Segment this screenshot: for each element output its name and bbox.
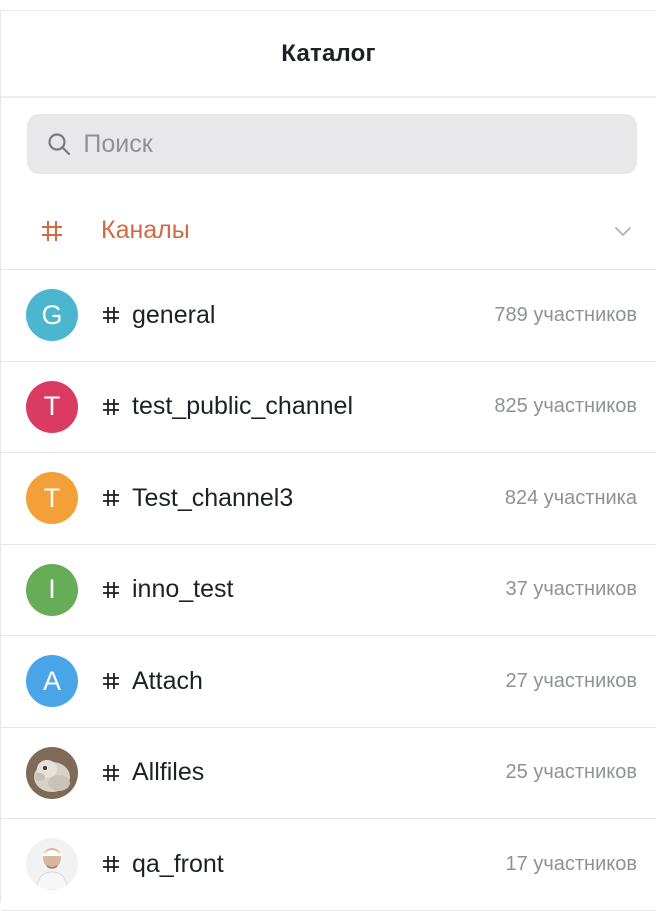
search-icon [47,131,71,157]
channel-name: Attach [132,666,203,695]
search-wrap [1,98,656,174]
channel-name: test_public_channel [132,392,353,421]
avatar: T [26,472,78,525]
channel-row-general[interactable]: G general 789 участников [1,270,656,362]
avatar-photo [26,838,78,891]
avatar-photo [26,746,78,799]
hash-icon [100,853,122,875]
member-count: 37 участников [505,578,637,601]
channel-row-allfiles[interactable]: Allfiles 25 участников [1,728,656,819]
channel-name: inno_test [132,575,234,604]
header: Каталог [1,10,656,98]
channel-name: general [132,300,216,329]
channel-name: Allfiles [132,758,205,787]
channel-list: G general 789 участников T test_public_c… [1,270,656,911]
hash-icon [100,487,122,509]
hash-icon [100,762,122,784]
member-count: 789 участников [494,303,637,326]
hash-icon [37,216,67,246]
channel-name: qa_front [132,849,224,878]
member-count: 25 участников [505,761,637,784]
hash-icon [100,396,122,418]
channel-row-qa-front[interactable]: qa_front 17 участников [1,819,656,911]
search-bar[interactable] [27,114,637,174]
dog-photo-icon [26,746,78,799]
avatar: I [26,563,78,616]
member-count: 824 участника [504,486,637,509]
avatar: G [26,289,78,342]
avatar: T [26,380,78,433]
chevron-down-icon[interactable] [612,220,634,242]
search-input[interactable] [83,129,637,159]
member-count: 825 участников [494,395,637,418]
channel-row-test-channel3[interactable]: T Test_channel3 824 участника [1,453,656,545]
page-title: Каталог [281,39,376,67]
avatar: A [26,655,78,708]
section-header-channels[interactable]: Каналы [1,192,656,270]
hash-icon [100,670,122,692]
member-count: 27 участников [505,669,637,692]
channel-row-test-public-channel[interactable]: T test_public_channel 825 участников [1,362,656,453]
catalog-screen: Каталог Каналы [0,10,656,911]
channel-name: Test_channel3 [132,483,294,512]
person-photo-icon [26,838,78,891]
channel-row-inno-test[interactable]: I inno_test 37 участников [1,545,656,636]
hash-icon [100,579,122,601]
channel-row-attach[interactable]: A Attach 27 участников [1,636,656,728]
hash-icon [100,304,122,326]
section-label: Каналы [101,216,190,244]
member-count: 17 участников [505,852,637,875]
